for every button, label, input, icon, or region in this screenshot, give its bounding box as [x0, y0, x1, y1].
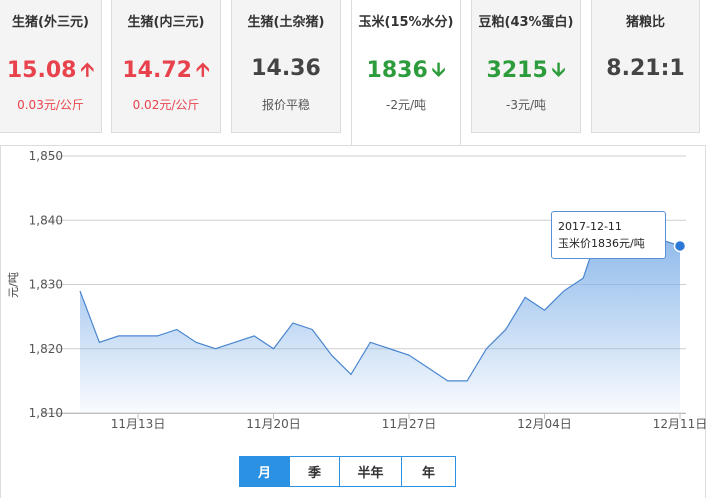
y-tick-label: 1,810 — [29, 406, 63, 420]
x-tick-label: 12月11日 — [653, 417, 708, 431]
highlight-point — [673, 239, 687, 253]
range-button-year[interactable]: 年 — [401, 456, 456, 487]
range-button-month[interactable]: 月 — [239, 456, 290, 487]
range-button-half-year[interactable]: 半年 — [339, 456, 402, 487]
y-tick-label: 1,820 — [29, 342, 63, 356]
x-tick-label: 11月20日 — [246, 417, 301, 431]
y-tick-label: 1,840 — [29, 213, 63, 227]
y-tick-label: 1,850 — [29, 149, 63, 163]
x-tick-label: 11月27日 — [382, 417, 437, 431]
range-selector: 月 季 半年 年 — [239, 456, 456, 487]
x-tick-label: 11月13日 — [111, 417, 166, 431]
y-tick-label: 1,830 — [29, 278, 63, 292]
range-button-quarter[interactable]: 季 — [289, 456, 340, 487]
tooltip-date: 2017-12-11 — [558, 220, 622, 233]
x-tick-label: 12月04日 — [517, 417, 572, 431]
y-axis-title: 元/吨 — [7, 272, 20, 298]
tooltip-value: 玉米价1836元/吨 — [558, 237, 645, 250]
chart-tooltip: 2017-12-11 玉米价1836元/吨 — [551, 211, 666, 259]
